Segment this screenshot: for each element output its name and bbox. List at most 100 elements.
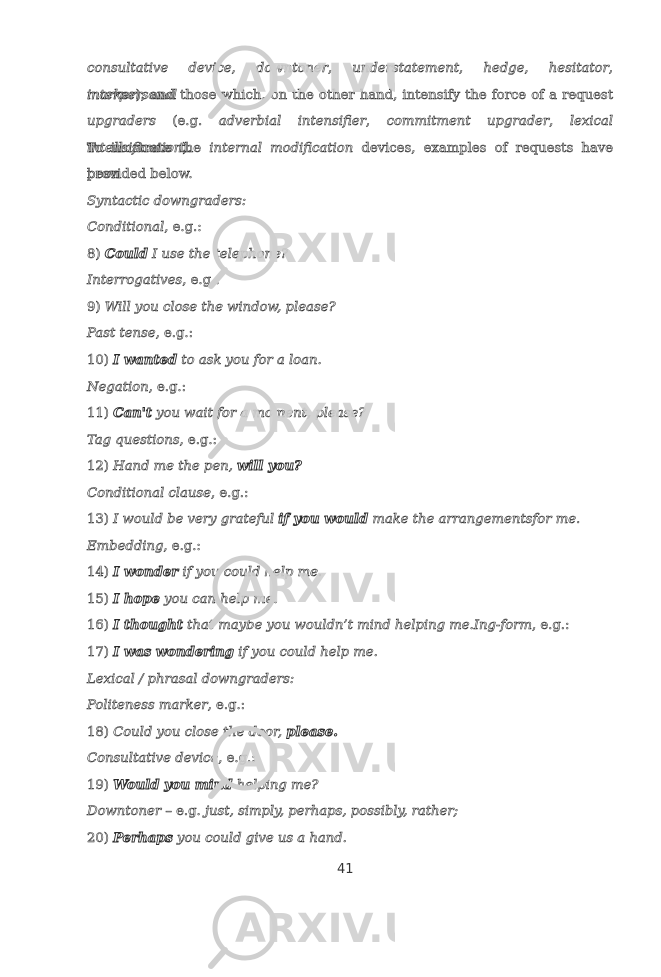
paragraph-line: marker), and those which, on the other h…	[87, 83, 614, 110]
text-run: Consultative device	[87, 751, 219, 767]
list-item: Lexical / phrasal downgraders:	[87, 667, 613, 694]
text-run: provided below.	[87, 167, 193, 183]
text-run: commitment upgrader	[386, 114, 550, 130]
list-item: 16) I thought that maybe you wouldn’t mi…	[87, 613, 613, 640]
text-run: please.	[286, 724, 338, 740]
text-run: marker	[87, 87, 136, 103]
text-run: I thought	[113, 618, 184, 634]
list-item: Conditional clause, e.g.:	[87, 481, 613, 508]
text-run: adverbial intensifier	[218, 114, 366, 130]
text-run: ,	[608, 61, 614, 77]
text-run: (e.g.	[155, 114, 219, 130]
text-run: 16)	[87, 618, 114, 634]
list-item: 14) I wonder if you could help me.	[87, 560, 613, 587]
text-run: ,	[365, 114, 387, 130]
text-run: , e.g.:	[164, 220, 202, 236]
list-item: 10) I wanted to ask you for a loan.	[87, 348, 613, 375]
list-item: 11) Can't you wait for a moment, please?	[87, 401, 613, 428]
list-item: Syntactic downgraders:	[87, 189, 613, 216]
text-run: ), and those which, on the other hand, i…	[135, 87, 614, 103]
text-run: just, simply, perhaps, possibly, rather;	[204, 804, 459, 820]
list-item: Past tense, e.g.:	[87, 321, 613, 348]
text-run: 11)	[87, 406, 114, 422]
text-run: Hand me the pen,	[113, 459, 238, 475]
list-item: 12) Hand me the pen, will you?	[87, 454, 613, 481]
text-run: Past tense	[87, 326, 156, 342]
text-run: ,	[327, 61, 353, 77]
text-run: if you would	[278, 512, 369, 528]
text-run: Negation	[87, 379, 149, 395]
text-run: , e.g.:	[179, 432, 217, 448]
text-run: 10)	[87, 353, 114, 369]
list-item: 8) Could I use the telephone?	[87, 242, 613, 269]
text-run: I wonder	[113, 565, 179, 581]
text-run: , e.g.:	[207, 698, 246, 714]
text-run: Interrogatives	[87, 273, 183, 289]
text-run: hedge	[483, 61, 525, 77]
text-run: , e.g.:	[163, 538, 201, 555]
text-run: I was wondering	[113, 645, 235, 661]
text-run: To illustrate the	[87, 140, 210, 156]
text-run: upgraders	[87, 114, 156, 130]
body-text: consultative device, downtoner, understa…	[87, 56, 614, 853]
text-run: you wait for a moment, please?	[151, 406, 366, 422]
paragraph-line: To illustrate the internal modification …	[87, 136, 614, 182]
list-item: Consultative device, e.g.:	[87, 746, 613, 773]
paragraph-line: provided below.	[87, 162, 613, 189]
text-run: , e.g.:	[155, 326, 194, 342]
intro-paragraph: consultative device, downtoner, understa…	[87, 56, 614, 189]
text-run: 12)	[87, 459, 114, 475]
text-run: helping me?	[232, 777, 319, 793]
text-run: that maybe you wouldn’t mind helping me.…	[182, 618, 532, 634]
paragraph-line: consultative device, downtoner, understa…	[87, 56, 614, 103]
list-item: Conditional, e.g.:	[87, 215, 613, 242]
text-run: 14)	[87, 565, 114, 581]
text-run: Syntactic downgraders:	[87, 193, 247, 209]
list-item: 9) Will you close the window, please?	[87, 295, 613, 322]
list-item: Negation, e.g.:	[87, 375, 613, 402]
text-run: consultative device	[87, 61, 232, 77]
list-item: 18) Could you close the door, please.	[87, 720, 613, 747]
text-run: ,	[459, 61, 484, 77]
text-run: you can help me.	[159, 591, 278, 608]
text-run: 15)	[87, 591, 114, 608]
text-run: 18)	[87, 724, 114, 740]
text-run: I would be very grateful	[113, 512, 279, 528]
magnifier-icon: ARXIV.UZ	[208, 895, 445, 969]
list-item: 15) I hope you can help me.	[87, 587, 613, 614]
list-item: Interrogatives, e.g.:	[87, 268, 613, 295]
text-run: 17)	[87, 645, 114, 661]
text-run: Embedding	[87, 538, 164, 555]
text-run: – e.g.	[161, 804, 205, 820]
watermark: ARXIV.UZ	[205, 892, 445, 972]
text-run: I use the telephone?	[147, 246, 288, 263]
text-run: will you?	[237, 459, 303, 475]
text-run: I wanted	[113, 353, 178, 369]
text-run: you could give us a hand.	[172, 830, 347, 847]
text-run: hesitator	[548, 61, 610, 77]
watermark-text: ARXIV.UZ	[235, 906, 395, 952]
page-number: 41	[337, 862, 354, 877]
list-item: Tag questions, e.g.:	[87, 428, 613, 455]
text-run: 19)	[87, 777, 114, 793]
text-run: I hope	[113, 591, 161, 607]
example-list: Syntactic downgraders: Conditional, e.g.:…	[87, 189, 613, 853]
text-run: Politeness marker	[87, 698, 208, 714]
list-item: Downtoner – e.g. just, simply, perhaps, …	[87, 799, 613, 826]
text-run: 20)	[87, 830, 114, 847]
text-run: , e.g.:	[531, 618, 570, 634]
paragraph-line: upgraders (e.g. adverbial intensifier, c…	[87, 109, 614, 156]
text-run: 8)	[87, 246, 105, 263]
text-run: Perhaps	[113, 830, 174, 846]
text-run: , e.g.:	[148, 379, 187, 395]
text-run: internal modification	[209, 140, 354, 156]
text-run: , e.g.:	[210, 485, 249, 501]
text-run: Tag questions	[87, 432, 180, 448]
text-run: ,	[231, 61, 256, 77]
text-run: if you could help me.	[178, 565, 323, 581]
text-run: ,	[524, 61, 549, 77]
list-item: 20) Perhaps you could give us a hand.	[87, 826, 613, 853]
text-run: Will you close the window, please?	[104, 299, 336, 316]
text-run: understatement	[352, 61, 460, 77]
text-run: 9)	[87, 299, 105, 316]
